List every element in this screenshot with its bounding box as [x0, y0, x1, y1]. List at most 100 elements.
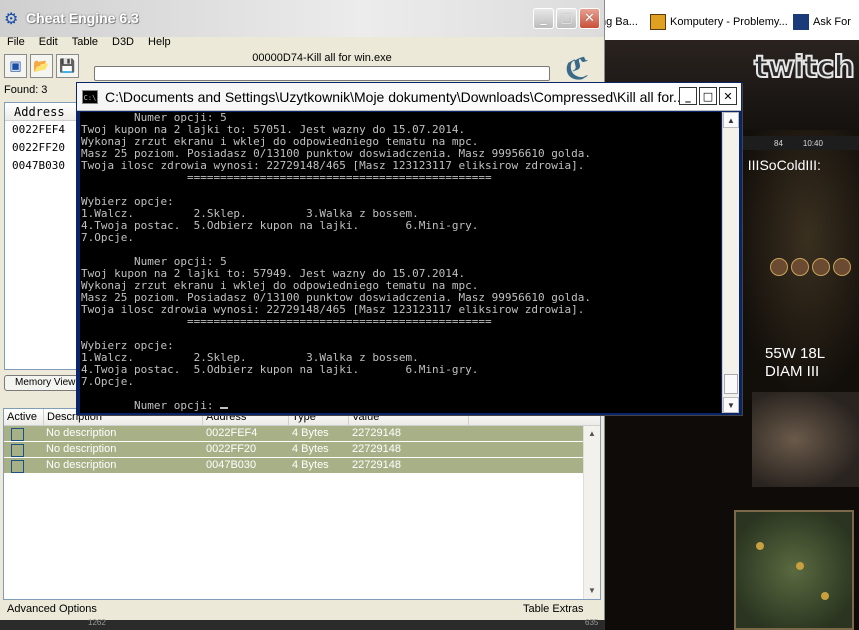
champion-icon	[833, 258, 851, 276]
table-row[interactable]: No description 0022FEF4 4 Bytes 22729148	[4, 426, 600, 442]
console-output[interactable]: Numer opcji: 5 Twoj kupon na 2 lajki to: …	[80, 112, 721, 413]
row-value[interactable]: 22729148	[352, 459, 401, 471]
console-scroll-down-icon[interactable]: ▼	[723, 397, 739, 413]
footer-number: 635	[585, 618, 599, 627]
menu-file[interactable]: File	[0, 34, 32, 50]
menu-edit[interactable]: Edit	[32, 34, 65, 50]
forum-favicon-icon	[650, 14, 666, 30]
address-row[interactable]: 0022FEF4	[5, 121, 77, 139]
console-scroll-thumb[interactable]	[724, 374, 738, 394]
save-icon: 💾	[59, 58, 76, 73]
browser-tab[interactable]: Ask For	[793, 13, 851, 31]
ce-toolbar: ▣ 📂 💾	[4, 54, 79, 78]
console-app-icon: C:\	[82, 90, 98, 104]
minimize-button[interactable]: _	[533, 8, 554, 29]
minimap-marker	[756, 542, 764, 550]
menu-d3d[interactable]: D3D	[105, 34, 141, 50]
browser-tab-label: Komputery - Problemy...	[670, 16, 788, 28]
browser-tab[interactable]: ng Ba...	[600, 13, 638, 31]
row-type[interactable]: 4 Bytes	[292, 427, 329, 439]
champion-icon	[812, 258, 830, 276]
found-address-list[interactable]: Address 0022FEF4 0022FF20 0047B030	[4, 102, 78, 370]
row-description[interactable]: No description	[46, 443, 116, 455]
process-label: 00000D74-Kill all for win.exe	[252, 52, 392, 64]
active-checkbox[interactable]	[11, 460, 24, 473]
scroll-up-icon[interactable]: ▲	[584, 426, 600, 442]
console-maximize-button[interactable]: □	[699, 87, 717, 105]
console-line: 7.Opcje.	[81, 231, 134, 244]
cheat-table-scrollbar[interactable]: ▲ ▼	[583, 426, 600, 599]
hud-value: 84	[774, 138, 783, 148]
cheat-table: Active Description Address Type Value No…	[3, 408, 601, 600]
ask-favicon-icon	[793, 14, 809, 30]
menu-help[interactable]: Help	[141, 34, 178, 50]
ce-window-controls: _ □ ✕	[533, 8, 600, 29]
champion-icon	[791, 258, 809, 276]
advanced-options-button[interactable]: Advanced Options	[7, 603, 97, 615]
console-cursor	[220, 407, 229, 409]
console-window-controls: _ □ ✕	[679, 87, 737, 105]
taskbar-strip: 1262 635	[0, 618, 605, 630]
ce-status-bar: Advanced Options Table Extras	[0, 602, 605, 618]
save-button[interactable]: 💾	[56, 54, 79, 78]
row-address[interactable]: 0047B030	[206, 459, 256, 471]
open-file-button[interactable]: 📂	[30, 54, 53, 78]
menu-table[interactable]: Table	[65, 34, 105, 50]
table-row[interactable]: No description 0022FF20 4 Bytes 22729148	[4, 442, 600, 458]
browser-tab-strip: ng Ba... Komputery - Problemy... Ask For	[600, 0, 859, 40]
memory-view-button[interactable]: Memory View	[4, 375, 80, 391]
row-value[interactable]: 22729148	[352, 427, 401, 439]
console-minimize-button[interactable]: _	[679, 87, 697, 105]
browser-tab-label: Ask For	[813, 16, 851, 28]
row-type[interactable]: 4 Bytes	[292, 443, 329, 455]
console-line: ========================================…	[81, 171, 492, 184]
cheat-engine-icon: ⚙	[4, 11, 19, 28]
address-row[interactable]: 0047B030	[5, 157, 77, 175]
console-line: ========================================…	[81, 315, 492, 328]
ce-title-bar[interactable]: ⚙ Cheat Engine 6.3 _ □ ✕	[0, 0, 604, 37]
row-address[interactable]: 0022FEF4	[206, 427, 257, 439]
active-checkbox[interactable]	[11, 428, 24, 441]
row-description[interactable]: No description	[46, 427, 116, 439]
open-process-button[interactable]: ▣	[4, 54, 27, 78]
table-extras-button[interactable]: Table Extras	[523, 603, 584, 615]
close-button[interactable]: ✕	[579, 8, 600, 29]
champion-icons	[770, 258, 851, 276]
open-process-icon: ▣	[9, 58, 22, 73]
console-line: 7.Opcje.	[81, 375, 134, 388]
champion-icon	[770, 258, 788, 276]
ce-menu-bar: File Edit Table D3D Help	[0, 34, 605, 50]
console-title-bar[interactable]: C:\ C:\Documents and Settings\Uzytkownik…	[77, 83, 741, 111]
maximize-button[interactable]: □	[556, 8, 577, 29]
hud-value: 10:40	[802, 138, 823, 148]
console-scroll-up-icon[interactable]: ▲	[723, 112, 739, 128]
row-value[interactable]: 22729148	[352, 443, 401, 455]
minimap-marker	[796, 562, 804, 570]
row-address[interactable]: 0022FF20	[206, 443, 256, 455]
twitch-logo: twitch	[753, 49, 856, 86]
console-line: Numer opcji:	[80, 400, 721, 412]
stream-stats: 55W 18L DIAM III	[765, 345, 825, 381]
row-type[interactable]: 4 Bytes	[292, 459, 329, 471]
table-row[interactable]: No description 0047B030 4 Bytes 22729148	[4, 458, 600, 474]
minimap	[734, 510, 854, 630]
address-column-header[interactable]: Address	[5, 103, 77, 121]
col-active[interactable]: Active	[4, 409, 44, 425]
browser-tab[interactable]: Komputery - Problemy...	[650, 13, 788, 31]
console-window-title: C:\Documents and Settings\Uzytkownik\Moj…	[105, 89, 685, 105]
console-scrollbar[interactable]: ▲ ▼	[722, 112, 739, 413]
scroll-down-icon[interactable]: ▼	[584, 583, 600, 599]
game-hud: 84 10:40	[738, 136, 859, 150]
active-checkbox[interactable]	[11, 444, 24, 457]
found-count: Found: 3	[4, 84, 48, 96]
console-window: C:\ C:\Documents and Settings\Uzytkownik…	[76, 82, 742, 415]
address-row[interactable]: 0022FF20	[5, 139, 77, 157]
cheat-engine-logo-icon[interactable]: ℭ	[552, 52, 602, 87]
scan-progress-bar	[94, 66, 550, 81]
webcam-overlay	[752, 392, 859, 487]
browser-tab-label: ng Ba...	[600, 16, 638, 28]
row-description[interactable]: No description	[46, 459, 116, 471]
console-close-button[interactable]: ✕	[719, 87, 737, 105]
